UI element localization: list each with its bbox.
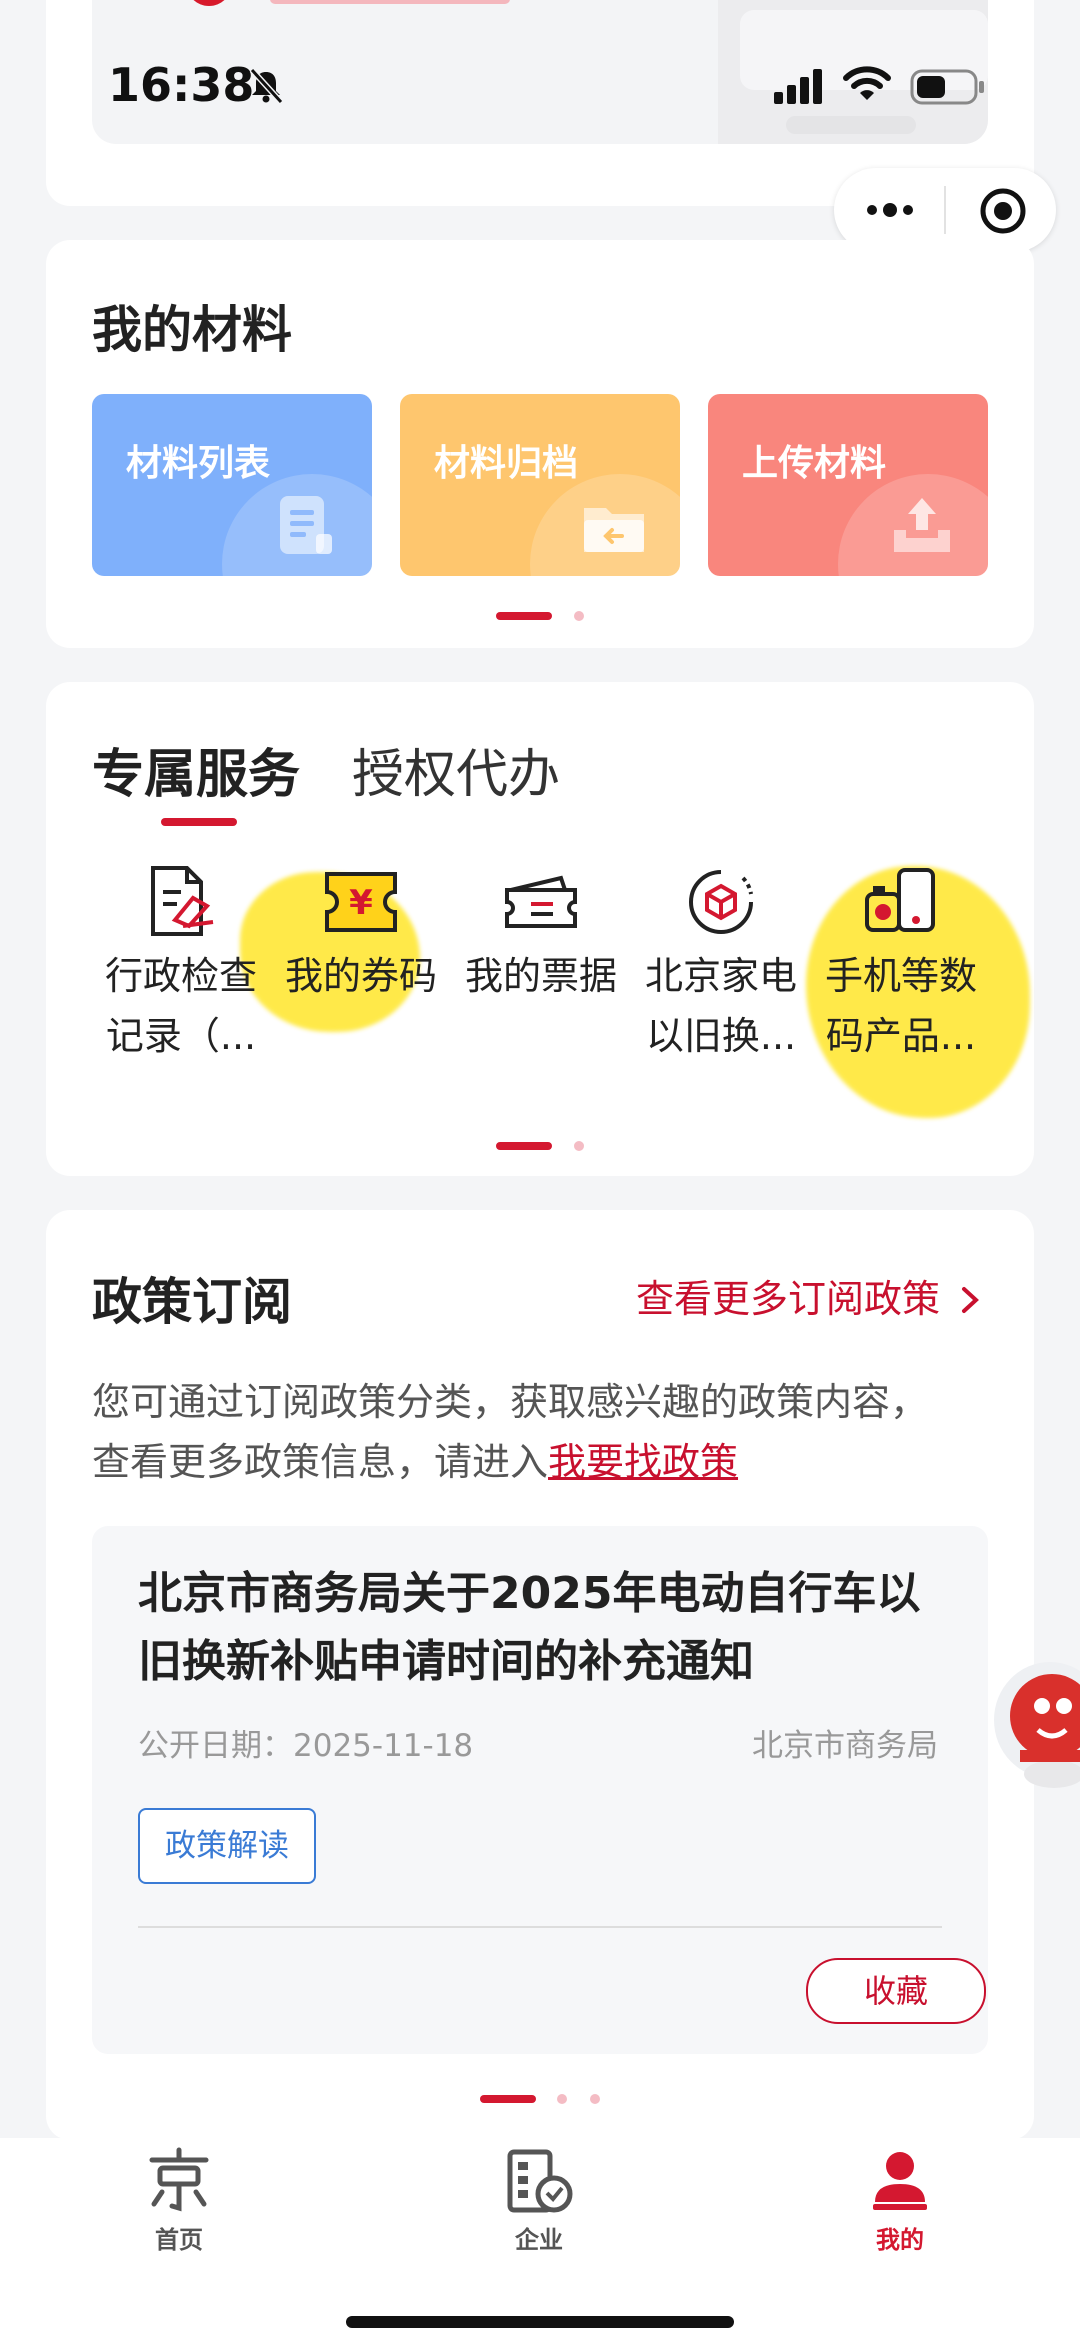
upload-icon [894,498,950,552]
cellular-signal-icon [774,69,822,104]
status-time: 16:38 [108,58,255,112]
bell-mute-icon [249,67,284,105]
materials-pager-active [496,612,552,620]
tile-material-list[interactable]: 材料列表 [92,394,372,576]
tab-label: 我的 [876,2226,924,2254]
inspection-record-icon [151,866,214,936]
tab-home[interactable]: 首页 [119,2146,239,2255]
top-banner-bar [786,116,916,134]
service-item-tickets[interactable]: 我的票据 [453,862,629,1006]
policy-interpretation-button[interactable]: 政策解读 [138,1808,316,1884]
capsule-divider [944,186,946,234]
policy-desc-line: 您可通过订阅政策分类，获取感兴趣的政策内容， [92,1380,929,1424]
digital-products-icon [865,868,935,932]
policy-desc-line: 查看更多政策信息，请进入 [92,1440,549,1484]
user-profile-icon [873,2152,927,2210]
article-source: 北京市商务局 [752,1728,938,1764]
tile-upload-material[interactable]: 上传材料 [708,394,988,576]
view-more-label: 查看更多订阅政策 [636,1277,941,1321]
policy-title: 政策订阅 [92,1273,292,1331]
chevron-right-icon [962,1287,980,1313]
tile-label: 材料列表 [126,443,271,484]
battery-icon [910,69,984,105]
collect-button[interactable]: 收藏 [806,1958,986,2024]
policy-pager-active [480,2095,536,2103]
coupon-icon: ¥ [325,872,397,932]
tab-label: 首页 [155,2226,203,2254]
appliance-tradein-icon [689,870,753,934]
enterprise-building-icon [507,2149,573,2213]
article-title[interactable]: 北京市商务局关于2025年电动自行车以旧换新补贴申请时间的补充通知 [138,1560,958,1696]
close-target-icon[interactable] [978,186,1028,236]
find-policy-link[interactable]: 我要找政策 [548,1440,738,1484]
wifi-icon [843,66,891,100]
service-label: 手机等数 码产品... [824,954,977,1058]
tile-label: 材料归档 [434,443,579,484]
tab-exclusive-services[interactable]: 专属服务 [92,732,300,807]
policy-description: 您可通过订阅政策分类，获取感兴趣的政策内容， 查看更多政策信息，请进入我要找政策 [92,1372,992,1492]
svg-text:¥: ¥ [349,883,373,923]
materials-pager-dot [574,611,584,621]
services-pager-dot [574,1141,584,1151]
tab-label: 企业 [515,2226,563,2254]
tile-label: 上传材料 [742,443,887,484]
home-jing-icon [149,2147,209,2212]
mascot-assistant-icon[interactable] [980,1650,1080,1800]
policy-pager-dot [590,2094,600,2104]
policy-pager-dot [557,2094,567,2104]
service-item-inspection[interactable]: 行政检查 记录（... [93,862,269,1066]
service-item-digital[interactable]: 手机等数 码产品... [813,862,989,1066]
materials-title: 我的材料 [92,301,292,359]
service-label: 我的票据 [464,954,617,998]
view-more-policies-link[interactable]: 查看更多订阅政策 [636,1268,982,1323]
service-label: 北京家电 以旧换... [644,954,797,1058]
tab-authorized-agency[interactable]: 授权代办 [352,732,560,807]
tile-material-archive[interactable]: 材料归档 [400,394,680,576]
service-item-coupon[interactable]: ¥ 我的券码 [273,862,449,1006]
service-label: 行政检查 记录（... [104,954,257,1058]
tab-mine[interactable]: 我的 [840,2146,960,2255]
tab-enterprise[interactable]: 企业 [479,2146,599,2255]
home-indicator[interactable] [346,2316,734,2328]
service-item-appliance[interactable]: 北京家电 以旧换... [633,862,809,1066]
document-list-icon [280,496,332,554]
tab-underline [161,818,237,826]
more-dots-icon[interactable] [860,190,920,230]
services-pager-active [496,1142,552,1150]
article-date: 公开日期：2025-11-18 [138,1728,474,1764]
folder-archive-icon [584,508,644,552]
ticket-icon [505,875,577,928]
article-divider [138,1926,942,1928]
logo-text-fragment [270,0,510,4]
service-label: 我的券码 [284,954,437,998]
